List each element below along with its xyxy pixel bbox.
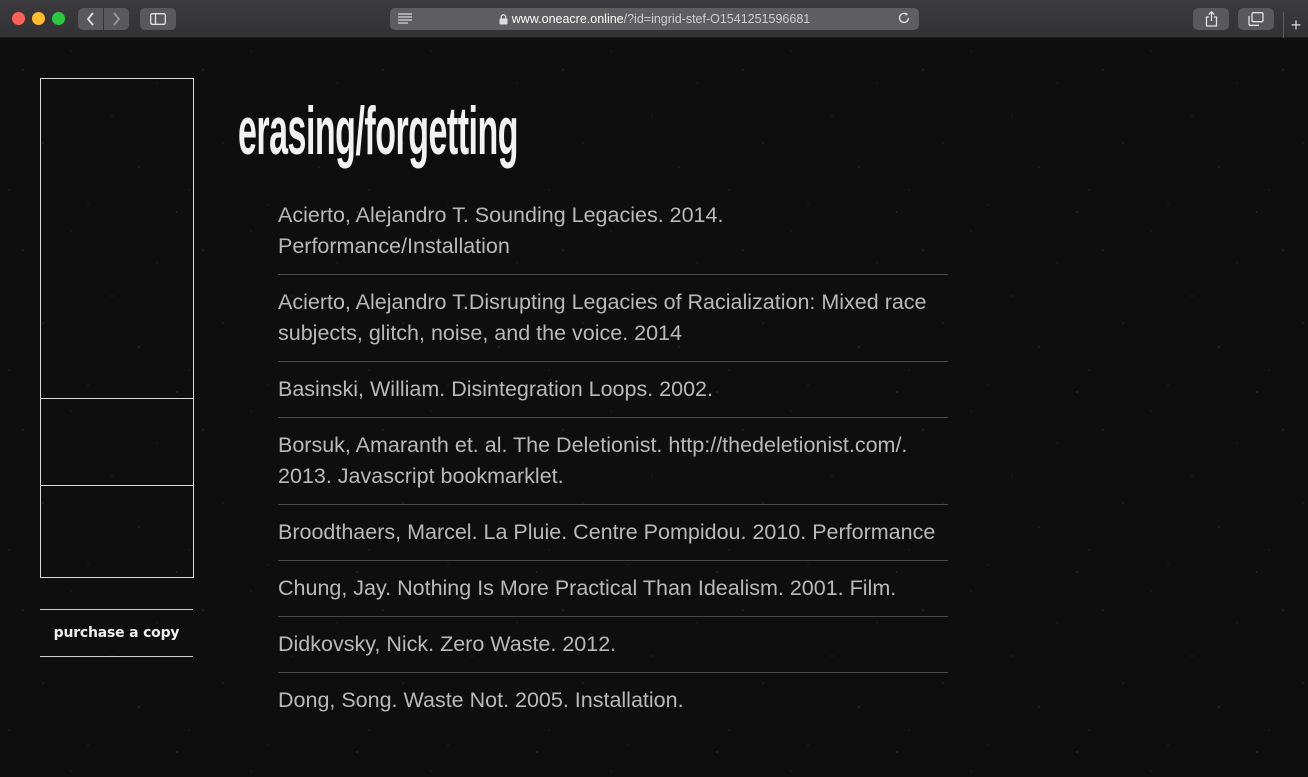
address-bar[interactable]: www.oneacre.online/?id=ingrid-stef-O1541… xyxy=(390,8,919,30)
page-title: erasing/forgetting xyxy=(238,93,519,169)
tab-overview-button[interactable] xyxy=(1238,8,1274,30)
browser-toolbar: www.oneacre.online/?id=ingrid-stef-O1541… xyxy=(0,0,1308,38)
page-content: purchase a copy erasing/forgetting Acier… xyxy=(0,39,1308,777)
share-icon xyxy=(1205,11,1217,27)
cover-divider xyxy=(41,398,193,399)
lock-icon xyxy=(499,13,508,24)
minimize-window-button[interactable] xyxy=(32,12,45,25)
forward-button[interactable] xyxy=(104,8,129,30)
list-item: Dong, Song. Waste Not. 2005. Installatio… xyxy=(278,688,684,712)
cover-frame xyxy=(40,78,194,578)
forward-icon xyxy=(113,12,121,26)
url-domain: www.oneacre.online xyxy=(511,12,624,26)
sidebar-toggle-button[interactable] xyxy=(140,8,176,30)
list-item: Basinski, William. Disintegration Loops.… xyxy=(278,374,948,418)
reload-icon[interactable] xyxy=(897,11,911,25)
list-item: Acierto, Alejandro T.Disrupting Legacies… xyxy=(278,287,948,362)
list-item: Acierto, Alejandro T. Sounding Legacies.… xyxy=(278,200,948,275)
new-tab-button[interactable]: + xyxy=(1283,12,1308,38)
back-icon xyxy=(86,12,94,26)
purchase-link[interactable]: purchase a copy xyxy=(40,609,193,657)
share-button[interactable] xyxy=(1193,8,1229,30)
bibliography-list: Acierto, Alejandro T. Sounding Legacies.… xyxy=(278,200,948,740)
list-item: Didkovsky, Nick. Zero Waste. 2012. xyxy=(278,629,948,673)
sidebar-icon xyxy=(150,13,166,25)
close-window-button[interactable] xyxy=(12,12,25,25)
plus-icon: + xyxy=(1290,14,1302,35)
url-path: /?id=ingrid-stef-O1541251596681 xyxy=(623,12,811,26)
reader-icon[interactable] xyxy=(398,13,412,24)
list-item: Broodthaers, Marcel. La Pluie. Centre Po… xyxy=(278,517,948,561)
tabs-icon xyxy=(1248,12,1264,26)
cover-divider xyxy=(41,485,193,486)
list-item: Chung, Jay. Nothing Is More Practical Th… xyxy=(278,573,948,617)
back-button[interactable] xyxy=(78,8,103,30)
zoom-window-button[interactable] xyxy=(52,12,65,25)
list-item: Borsuk, Amaranth et. al. The Deletionist… xyxy=(278,430,948,505)
